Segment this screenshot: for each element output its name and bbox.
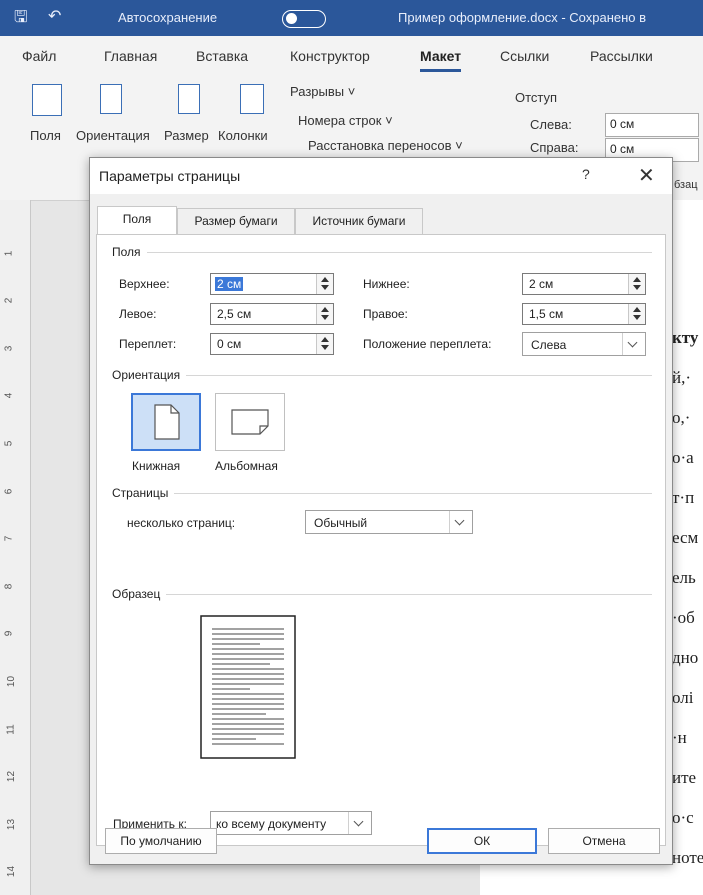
- chevron-down-icon[interactable]: [622, 333, 645, 355]
- landscape-option[interactable]: [215, 393, 285, 451]
- undo-icon[interactable]: ↶: [48, 6, 61, 26]
- size-button[interactable]: Размер: [164, 128, 209, 143]
- paragraph-group-label: бзац: [674, 179, 698, 191]
- landscape-icon: [231, 409, 269, 435]
- tab-file[interactable]: Файл: [22, 48, 56, 64]
- orientation-icon[interactable]: [100, 84, 122, 114]
- portrait-label[interactable]: Книжная: [132, 459, 180, 473]
- bottom-margin-stepper[interactable]: [628, 274, 645, 294]
- right-margin-stepper[interactable]: [628, 304, 645, 324]
- dialog-title-bar: Параметры страницы ? ✕: [90, 158, 672, 194]
- tab-panel: Поля Верхнее: 2 см Нижнее: 2 см Левое: 2…: [96, 234, 666, 846]
- title-bar: 🖫 ↶ Автосохранение Пример оформление.doc…: [0, 0, 703, 36]
- left-margin-field[interactable]: 2,5 см: [210, 303, 334, 325]
- tab-margins[interactable]: Поля: [97, 206, 177, 234]
- portrait-icon: [154, 404, 180, 440]
- tab-insert[interactable]: Вставка: [196, 48, 248, 64]
- preview-group-label: Образец: [112, 587, 167, 601]
- left-margin-stepper[interactable]: [316, 304, 333, 324]
- chevron-down-icon[interactable]: [449, 511, 472, 533]
- columns-button[interactable]: Колонки: [218, 128, 268, 143]
- indent-right-label: Справа:: [530, 140, 579, 155]
- bottom-margin-field[interactable]: 2 см: [522, 273, 646, 295]
- right-margin-field[interactable]: 1,5 см: [522, 303, 646, 325]
- margins-group-label: Поля: [112, 245, 147, 259]
- ok-button[interactable]: ОК: [427, 828, 537, 854]
- cancel-button[interactable]: Отмена: [548, 828, 660, 854]
- top-margin-label: Верхнее:: [119, 277, 170, 291]
- columns-icon[interactable]: [240, 84, 264, 114]
- save-icon[interactable]: 🖫: [14, 6, 28, 33]
- tab-mailings[interactable]: Рассылки: [590, 48, 653, 64]
- landscape-label[interactable]: Альбомная: [215, 459, 278, 473]
- tab-home[interactable]: Главная: [104, 48, 157, 64]
- autosave-toggle[interactable]: [282, 10, 326, 28]
- hyphenation-button[interactable]: Расстановка переносов ˅: [308, 138, 463, 153]
- gutter-field[interactable]: 0 см: [210, 333, 334, 355]
- gutter-position-label: Положение переплета:: [363, 337, 492, 351]
- breaks-button[interactable]: Разрывы ˅: [290, 84, 355, 99]
- indent-left-input[interactable]: 0 см: [605, 113, 699, 137]
- indent-left-label: Слева:: [530, 117, 572, 132]
- orientation-group-label: Ориентация: [112, 368, 187, 382]
- gutter-label: Переплет:: [119, 337, 177, 351]
- chevron-down-icon[interactable]: [348, 812, 371, 834]
- tab-references[interactable]: Ссылки: [500, 48, 549, 64]
- top-margin-stepper[interactable]: [316, 274, 333, 294]
- indent-label: Отступ: [515, 90, 558, 105]
- multiple-pages-select[interactable]: Обычный: [305, 510, 473, 534]
- margins-button[interactable]: Поля: [30, 128, 61, 143]
- margins-icon[interactable]: [32, 84, 62, 116]
- document-title: Пример оформление.docx - Сохранено в: [398, 10, 647, 25]
- left-margin-label: Левое:: [119, 307, 157, 321]
- default-button[interactable]: По умолчанию: [105, 828, 217, 854]
- line-numbers-button[interactable]: Номера строк ˅: [298, 113, 393, 128]
- top-margin-field[interactable]: 2 см: [210, 273, 334, 295]
- dialog-title: Параметры страницы: [99, 168, 241, 184]
- help-button[interactable]: ?: [582, 166, 590, 182]
- close-icon[interactable]: ✕: [638, 163, 655, 188]
- gutter-stepper[interactable]: [316, 334, 333, 354]
- apply-to-select[interactable]: ко всему документу: [210, 811, 372, 835]
- multiple-pages-label: несколько страниц:: [127, 516, 236, 530]
- autosave-label: Автосохранение: [118, 10, 218, 25]
- vertical-ruler: 1 2 3 4 5 6 7 8 9 10 11 12 13 14: [0, 200, 31, 895]
- gutter-position-select[interactable]: Слева: [522, 332, 646, 356]
- tab-layout[interactable]: Макет: [420, 48, 462, 72]
- page-preview: [200, 615, 296, 759]
- page-setup-dialog: Параметры страницы ? ✕ Поля Размер бумаг…: [89, 157, 673, 865]
- bottom-margin-label: Нижнее:: [363, 277, 410, 291]
- portrait-option[interactable]: [131, 393, 201, 451]
- size-icon[interactable]: [178, 84, 200, 114]
- ribbon-tabs: Файл Главная Вставка Конструктор Макет С…: [0, 36, 703, 76]
- orientation-button[interactable]: Ориентация: [76, 128, 150, 143]
- right-margin-label: Правое:: [363, 307, 408, 321]
- tab-design[interactable]: Конструктор: [290, 48, 370, 64]
- tab-paper-size[interactable]: Размер бумаги: [177, 208, 295, 234]
- pages-group-label: Страницы: [112, 486, 175, 500]
- tab-paper-source[interactable]: Источник бумаги: [295, 208, 423, 234]
